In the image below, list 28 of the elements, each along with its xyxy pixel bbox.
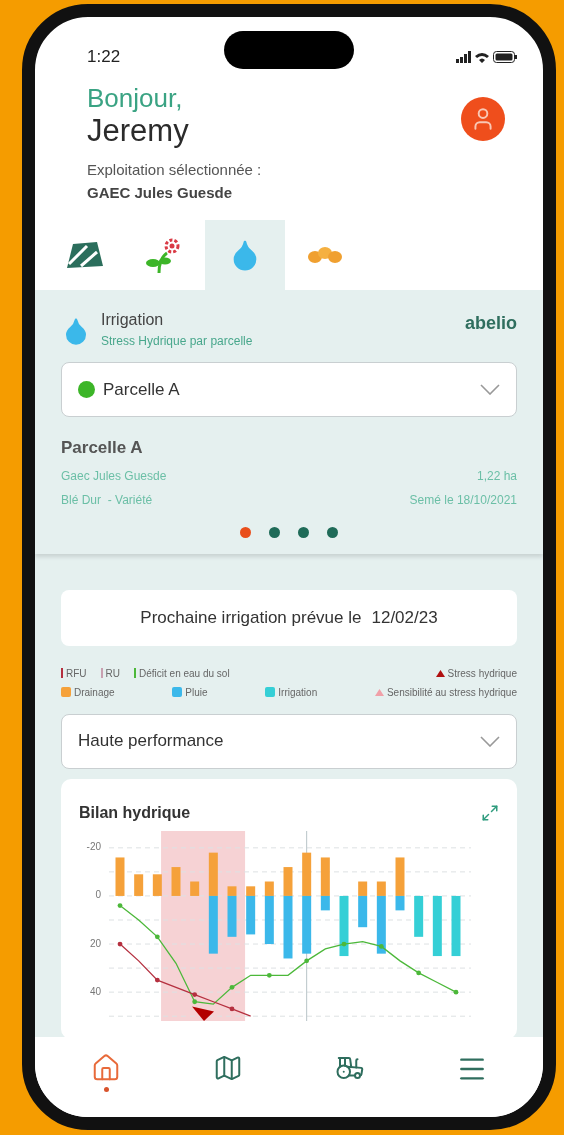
farm-name: GAEC Jules Guesde	[87, 182, 234, 203]
legend-label: Pluie	[185, 685, 208, 700]
y-axis-label: 0	[95, 889, 101, 902]
legend-label: Déficit en eau du sol	[139, 666, 230, 681]
legend-label: Irrigation	[278, 685, 318, 700]
y-axis-label: -20	[86, 841, 101, 854]
status-time: 1:22	[87, 46, 121, 69]
y-axis-label: 40	[89, 985, 101, 998]
legend-label: Sensibilité au stress hydrique	[386, 685, 517, 700]
greeting-text: Bonjour,	[87, 83, 184, 113]
farm-label: Exploitation sélectionnée :	[87, 160, 262, 180]
parcel-farm: Gaec Jules Guesde	[61, 467, 167, 485]
next-irrigation-label: Prochaine irrigation prévue le	[140, 606, 362, 629]
brand-logo: abelio	[465, 312, 517, 335]
parcel-crop: Blé Dur - Variété	[61, 491, 153, 509]
legend-label: RFU	[66, 666, 87, 681]
module-title: Irrigation	[101, 310, 165, 330]
next-irrigation-date: 12/02/23	[371, 606, 438, 629]
module-subtitle: Stress Hydrique par parcelle	[101, 333, 254, 350]
sowing-date: Semé le 18/10/2021	[409, 491, 517, 509]
parcel-name: Parcelle A	[61, 437, 144, 459]
legend-label: Drainage	[74, 685, 115, 700]
parcel-area: 1,22 ha	[476, 466, 517, 485]
legend-label: Stress hydrique	[447, 666, 517, 681]
y-axis-label: 20	[89, 937, 101, 950]
chart-title: Bilan hydrique	[79, 802, 191, 823]
user-name: Jeremy	[87, 113, 190, 149]
legend-label: RU	[105, 666, 120, 681]
